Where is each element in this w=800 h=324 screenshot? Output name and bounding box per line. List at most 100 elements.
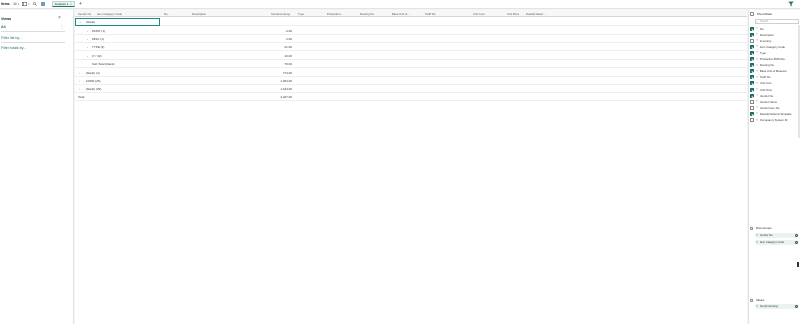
column-list-item[interactable]: ⠿ Vendor Item No. bbox=[750, 105, 780, 110]
view-toggle-icon[interactable] bbox=[22, 2, 28, 7]
column-header[interactable]: Default Deferr... bbox=[526, 12, 546, 16]
column-header[interactable]: Base Unit of... bbox=[392, 12, 410, 16]
expand-toggle[interactable]: › bbox=[79, 71, 80, 75]
checkbox[interactable] bbox=[750, 105, 754, 110]
checkbox[interactable] bbox=[750, 111, 754, 116]
drag-handle-icon[interactable]: ⠿ bbox=[756, 94, 758, 97]
checkbox[interactable] bbox=[750, 75, 754, 80]
checkbox[interactable] bbox=[750, 57, 754, 61]
expand-toggle[interactable]: › bbox=[87, 54, 88, 58]
table-row[interactable]: ⌄ (blank) bbox=[75, 18, 747, 26]
column-list-item[interactable]: ⠿ Item Category Code bbox=[750, 44, 785, 49]
table-row[interactable]: › MISC (1) 2.00 bbox=[75, 35, 747, 43]
checkbox[interactable] bbox=[750, 26, 754, 31]
column-list-item[interactable]: ⠿ No. bbox=[750, 26, 764, 31]
row-group-chip[interactable]: ⠿ Vendor No. × bbox=[755, 233, 799, 238]
table-row[interactable]: › PAINT (1) -4.00 bbox=[75, 27, 747, 35]
column-header[interactable]: Production... bbox=[327, 12, 343, 16]
column-list-item[interactable]: ⠿ Routing No. bbox=[750, 63, 775, 68]
drag-handle-icon[interactable]: ⠿ bbox=[756, 106, 758, 109]
column-list-item[interactable]: ⠿ Unit Price bbox=[750, 87, 772, 92]
checkbox[interactable] bbox=[750, 63, 754, 68]
checkbox[interactable] bbox=[750, 99, 754, 104]
chevron-down-icon[interactable]: ▾ bbox=[28, 3, 29, 6]
drag-handle-icon[interactable]: ⠿ bbox=[756, 76, 758, 79]
drag-handle-icon[interactable]: ⠿ bbox=[756, 39, 758, 42]
filter-list-by-link[interactable]: Filter list by... bbox=[1, 36, 22, 40]
drag-handle-icon[interactable]: ⠿ bbox=[756, 100, 758, 103]
column-header[interactable]: Tariff No. bbox=[425, 12, 436, 16]
checkbox[interactable] bbox=[750, 38, 754, 43]
drag-handle-icon[interactable]: ⠿ bbox=[756, 51, 758, 54]
collapse-toggle[interactable]: ⌄ bbox=[79, 20, 82, 24]
total-row[interactable]: Total 4,227.00 bbox=[75, 93, 747, 101]
checkbox[interactable] bbox=[750, 69, 754, 74]
column-list-item[interactable]: ⠿ Tariff No. bbox=[750, 75, 771, 80]
drag-handle-icon[interactable]: ⠿ bbox=[756, 70, 758, 73]
row-group-chip[interactable]: ⠿ Item Category Code × bbox=[755, 240, 799, 245]
table-row[interactable]: › (blank) (29) 1,164.00 bbox=[75, 85, 747, 93]
subtotal-row[interactable]: Sub Total (blank) 70.00 bbox=[75, 60, 747, 68]
column-header[interactable]: No. bbox=[164, 12, 168, 16]
view-all[interactable]: All bbox=[1, 25, 6, 29]
add-tab-button[interactable]: + bbox=[79, 1, 82, 7]
table-row[interactable]: › (blank) (4) 774.00 bbox=[75, 69, 747, 77]
search-icon[interactable] bbox=[33, 2, 38, 7]
checkbox[interactable] bbox=[750, 87, 754, 92]
column-list-item[interactable]: ⠿ Occupancy System ID bbox=[750, 118, 788, 123]
pivot-mode-toggle[interactable]: Pivot Mode bbox=[750, 12, 772, 16]
column-list-item[interactable]: ⠿ Unit Cost bbox=[750, 81, 771, 86]
tab-analysis-1[interactable]: Analysis 1 × bbox=[51, 1, 76, 7]
column-list-item[interactable]: ⠿ Production BOM No. bbox=[750, 57, 786, 62]
drag-handle-icon[interactable]: ⠿ bbox=[756, 234, 758, 237]
expand-toggle[interactable]: › bbox=[87, 37, 88, 41]
column-list-item[interactable]: ⠿ Base Unit of Measure bbox=[750, 69, 787, 74]
drag-handle-icon[interactable]: ⠿ bbox=[756, 27, 758, 30]
checkbox[interactable] bbox=[750, 118, 754, 122]
remove-icon[interactable]: × bbox=[794, 233, 798, 237]
column-header[interactable]: Sum(Inventory) bbox=[271, 12, 290, 16]
close-icon[interactable]: × bbox=[70, 2, 72, 6]
column-header[interactable]: Vendor No. bbox=[78, 12, 92, 16]
remove-icon[interactable]: × bbox=[794, 240, 798, 244]
checkbox[interactable] bbox=[750, 32, 754, 37]
filter-icon[interactable] bbox=[788, 1, 794, 7]
checkbox[interactable] bbox=[750, 81, 754, 86]
column-list-item[interactable]: ⠿ Vendor Name bbox=[750, 99, 777, 104]
table-row[interactable]: › TYPE (3) 61.00 bbox=[75, 43, 747, 51]
drag-handle-icon[interactable]: ⠿ bbox=[756, 112, 758, 115]
expand-toggle[interactable]: › bbox=[87, 29, 88, 33]
column-header[interactable]: Routing No. bbox=[360, 12, 375, 16]
drag-handle-icon[interactable]: ⠿ bbox=[756, 88, 758, 91]
resize-handle[interactable] bbox=[797, 262, 799, 267]
value-chip[interactable]: ⠿ Sum(Inventory) × bbox=[755, 304, 799, 309]
drag-handle-icon[interactable]: ⠿ bbox=[756, 241, 758, 244]
expand-toggle[interactable]: › bbox=[79, 87, 80, 91]
items-filter-select[interactable]: All bbox=[13, 2, 17, 6]
close-icon[interactable]: × bbox=[58, 15, 61, 21]
expand-toggle[interactable]: › bbox=[87, 45, 88, 49]
checkbox[interactable] bbox=[750, 50, 754, 55]
column-header[interactable]: Unit Cost bbox=[473, 12, 485, 16]
drag-handle-icon[interactable]: ⠿ bbox=[756, 119, 758, 122]
column-list-item[interactable]: ⠿ Description bbox=[750, 32, 774, 37]
more-options-icon[interactable]: ⋮ bbox=[60, 24, 64, 29]
chevron-down-icon[interactable]: ▾ bbox=[18, 3, 19, 6]
column-list-item[interactable]: ⠿ Type bbox=[750, 50, 766, 55]
drag-handle-icon[interactable]: ⠿ bbox=[756, 58, 758, 61]
drag-handle-icon[interactable]: ⠿ bbox=[756, 305, 758, 308]
checkbox[interactable] bbox=[750, 44, 754, 49]
column-list-item[interactable]: ⠿ Vendor No. bbox=[750, 93, 774, 98]
grid-icon[interactable] bbox=[41, 2, 46, 7]
column-header[interactable]: Description bbox=[192, 12, 206, 16]
drag-handle-icon[interactable]: ⠿ bbox=[756, 82, 758, 85]
column-search-input[interactable]: ⌕ Search... bbox=[755, 19, 799, 24]
drag-handle-icon[interactable]: ⠿ bbox=[756, 33, 758, 36]
toggle-switch[interactable] bbox=[750, 12, 754, 16]
drag-handle-icon[interactable]: ⠿ bbox=[756, 45, 758, 48]
expand-toggle[interactable]: › bbox=[79, 79, 80, 83]
table-row[interactable]: › 10000 (25) 1,364.00 bbox=[75, 77, 747, 85]
column-list-item[interactable]: ⠿ Inventory bbox=[750, 38, 771, 43]
column-list-item[interactable]: ⠿ Default Deferral Template bbox=[750, 111, 792, 116]
column-header[interactable]: Item Category Code bbox=[97, 12, 122, 16]
